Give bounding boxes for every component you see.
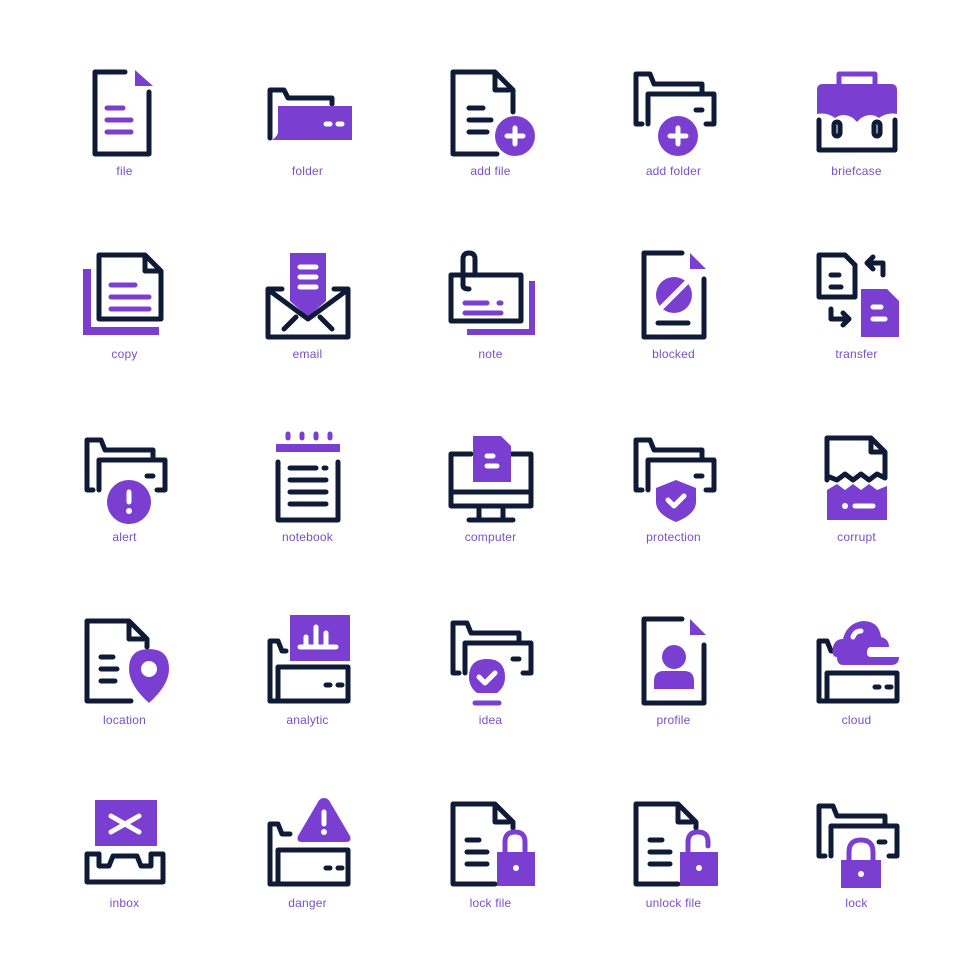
icon-cell-email: email [216,245,399,428]
icon-cell-note: note [399,245,582,428]
icon-cell-file: file [33,62,216,245]
icon-label: notebook [282,530,333,544]
icon-cell-protection: protection [582,428,765,611]
icon-label: lock file [469,896,512,910]
cloud-icon [816,621,899,704]
icon-label: add folder [645,164,702,178]
icon-label: copy [111,347,138,361]
icon-cell-copy: copy [33,245,216,428]
profile-icon [641,616,706,706]
icon-label: email [292,347,323,361]
icon-label: profile [656,713,691,727]
protection-icon [633,437,716,522]
icon-cell-notebook: notebook [216,428,399,611]
icon-cell-add-folder: add folder [582,62,765,245]
inbox-icon [84,800,165,885]
icon-cell-briefcase: briefcase [765,62,948,245]
corrupt-icon [824,435,887,520]
icon-cell-alert: alert [33,428,216,611]
icon-cell-computer: computer [399,428,582,611]
file-icon [92,69,153,157]
icon-cell-lock: lock [765,794,948,977]
alert-icon [84,437,167,524]
icon-label: add file [470,164,511,178]
email-icon [265,253,350,340]
icon-label: danger [288,896,327,910]
add-folder-icon [633,71,716,156]
icon-cell-folder: folder [216,62,399,245]
icon-label: inbox [109,896,140,910]
icon-label: blocked [652,347,695,361]
icon-cell-lock-file: lock file [399,794,582,977]
icon-label: analytic [286,713,329,727]
icon-cell-blocked: blocked [582,245,765,428]
copy-icon [82,252,163,335]
folder-icon [267,87,352,141]
icon-label: cloud [841,713,872,727]
icon-label: alert [112,530,137,544]
icon-label: folder [291,164,324,178]
icon-label: file [116,164,133,178]
icon-cell-idea: idea [399,611,582,794]
transfer-icon [816,252,899,337]
add-file-icon [450,69,535,157]
icon-cell-location: location [33,611,216,794]
icon-grid: file folder add file add folder briefcas… [33,62,948,977]
danger-icon [267,798,350,887]
icon-label: corrupt [837,530,876,544]
icon-label: briefcase [831,164,882,178]
icon-label: note [478,347,503,361]
analytic-icon [267,615,350,704]
note-icon [448,250,535,335]
idea-icon [450,620,533,706]
icon-label: computer [464,530,517,544]
icon-label: transfer [835,347,878,361]
icon-label: unlock file [645,896,702,910]
icon-cell-cloud: cloud [765,611,948,794]
icon-label: location [103,713,146,727]
blocked-icon [641,250,706,340]
icon-cell-profile: profile [582,611,765,794]
icon-cell-unlock-file: unlock file [582,794,765,977]
lock-icon [816,803,899,888]
location-icon [84,618,169,704]
lock-file-icon [450,801,535,887]
icon-label: protection [646,530,701,544]
icon-label: idea [478,713,503,727]
notebook-icon [275,431,340,523]
icon-cell-transfer: transfer [765,245,948,428]
computer-icon [448,436,533,523]
icon-cell-corrupt: corrupt [765,428,948,611]
unlock-file-icon [633,801,718,887]
briefcase-icon [816,71,897,153]
icon-cell-inbox: inbox [33,794,216,977]
icon-cell-danger: danger [216,794,399,977]
icon-label: lock [845,896,868,910]
icon-cell-add-file: add file [399,62,582,245]
icon-cell-analytic: analytic [216,611,399,794]
